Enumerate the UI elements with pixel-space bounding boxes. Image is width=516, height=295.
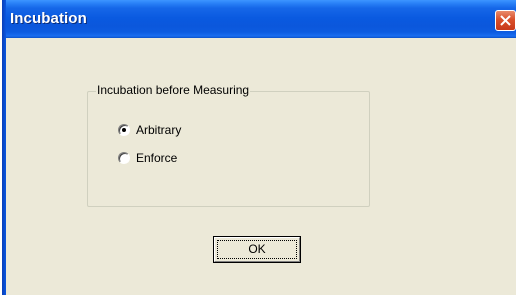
incubation-dialog: Incubation Incubation before Measuring A… [6, 0, 516, 295]
radio-button-enforce[interactable] [118, 152, 130, 164]
group-box-legend: Incubation before Measuring [96, 83, 251, 97]
ok-button[interactable]: OK [213, 236, 301, 263]
close-icon [500, 15, 511, 26]
title-bar[interactable]: Incubation [6, 0, 516, 38]
incubation-group-box: Incubation before Measuring Arbitrary En… [87, 83, 370, 207]
radio-label-enforce: Enforce [136, 151, 178, 165]
radio-button-arbitrary[interactable] [118, 124, 130, 136]
radio-label-arbitrary: Arbitrary [136, 123, 182, 137]
radio-selected-dot [122, 128, 126, 132]
close-button[interactable] [495, 10, 516, 31]
radio-arbitrary[interactable]: Arbitrary [118, 122, 181, 138]
window-title: Incubation [10, 10, 87, 27]
ok-button-label: OK [248, 242, 266, 256]
radio-enforce[interactable]: Enforce [118, 150, 177, 166]
